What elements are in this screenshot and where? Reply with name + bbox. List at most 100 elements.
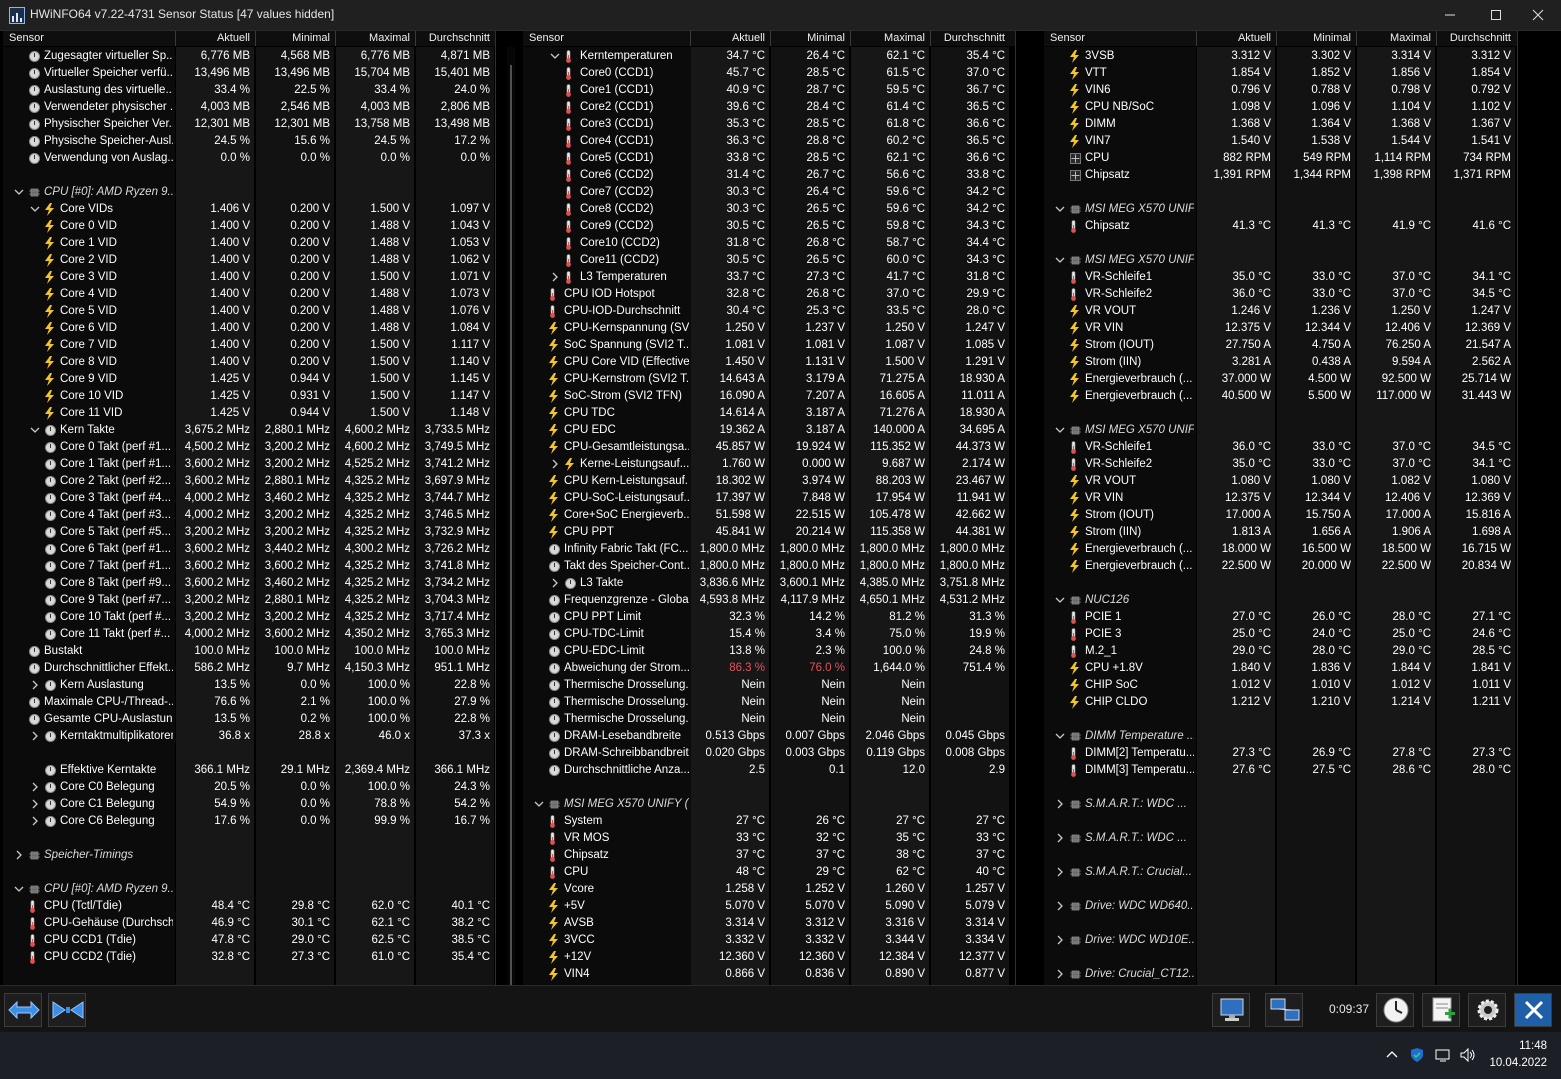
column-header[interactable]: Sensor Aktuell Minimal Maximal Durchschnitt — [3, 31, 495, 46]
sensor-row[interactable]: CPU-Kernstrom (SVI2 T... 14.643 A 3.179 A 7… — [523, 371, 1015, 388]
sensor-row[interactable]: VR VOUT 1.246 V 1.236 V 1.250 V 1.247 V — [1044, 303, 1517, 320]
sensor-row[interactable]: Energieverbrauch (... 37.000 W 4.500 W 92.5… — [1044, 371, 1517, 388]
header-average[interactable]: Durchschnitt — [416, 32, 490, 44]
sensor-row[interactable]: CPU Core VID (Effective) 1.450 V 1.131 V 1.… — [523, 354, 1015, 371]
sensor-row[interactable]: Core11 (CCD2) 30.5 °C 26.5 °C 60.0 °C 34.3 °… — [523, 252, 1015, 269]
sensor-row[interactable]: Core7 (CCD2) 30.3 °C 26.4 °C 59.6 °C 34.2 °C — [523, 184, 1015, 201]
sensor-row[interactable]: Core 1 VID 1.400 V 0.200 V 1.488 V 1.053 V — [3, 235, 495, 252]
sensor-row[interactable]: Core 2 VID 1.400 V 0.200 V 1.488 V 1.062 V — [3, 252, 495, 269]
header-separator[interactable] — [770, 31, 771, 46]
display-icon[interactable] — [1434, 1046, 1452, 1064]
sensor-row[interactable]: Core5 (CCD1) 33.8 °C 28.5 °C 62.1 °C 36.6 °C — [523, 150, 1015, 167]
sensor-row[interactable]: Core6 (CCD2) 31.4 °C 26.7 °C 56.6 °C 33.8 °C — [523, 167, 1015, 184]
sensor-row[interactable]: Core 11 VID 1.425 V 0.944 V 1.500 V 1.148 V — [3, 405, 495, 422]
sensor-row[interactable]: Core VIDs 1.406 V 0.200 V 1.500 V 1.097 V — [3, 201, 495, 218]
header-separator[interactable] — [850, 31, 851, 46]
sensor-row[interactable]: Energieverbrauch (... 22.500 W 20.000 W 22.… — [1044, 558, 1517, 575]
header-max[interactable]: Maximal — [336, 32, 410, 44]
header-min[interactable]: Minimal — [1277, 32, 1351, 44]
sensor-row[interactable]: Chipsatz 41.3 °C 41.3 °C 41.9 °C 41.6 °C — [1044, 218, 1517, 235]
sensor-row[interactable]: CPU NB/SoC 1.098 V 1.096 V 1.104 V 1.102 V — [1044, 99, 1517, 116]
sensor-row[interactable]: Core 9 VID 1.425 V 0.944 V 1.500 V 1.145 V — [3, 371, 495, 388]
sensor-row[interactable]: Strom (IOUT) 27.750 A 4.750 A 76.250 A 21.54… — [1044, 337, 1517, 354]
sensor-row[interactable]: CPU-Gehäuse (Durchsch... 46.9 °C 30.1 °C 62… — [3, 915, 495, 932]
sensor-row[interactable]: Core 7 VID 1.400 V 0.200 V 1.500 V 1.117 V — [3, 337, 495, 354]
sensor-row[interactable]: Core 9 Takt (perf #7... 3,200.2 MHz 2,880.… — [3, 592, 495, 609]
chevron-right-icon[interactable] — [30, 678, 40, 694]
header-separator[interactable] — [1276, 31, 1277, 46]
sensor-row[interactable]: Core2 (CCD1) 39.6 °C 28.4 °C 61.4 °C 36.5 °C — [523, 99, 1015, 116]
sensor-row[interactable]: Vcore 1.258 V 1.252 V 1.260 V 1.257 V — [523, 881, 1015, 898]
column-header[interactable]: Sensor Aktuell Minimal Maximal Durchschnitt — [523, 31, 1015, 46]
sensor-row[interactable]: Core9 (CCD2) 30.5 °C 26.5 °C 59.8 °C 34.3 °C — [523, 218, 1015, 235]
sensor-row[interactable]: CPU 882 RPM 549 RPM 1,114 RPM 734 RPM — [1044, 150, 1517, 167]
sensor-row[interactable]: Core 7 Takt (perf #1... 3,600.2 MHz 3,600.… — [3, 558, 495, 575]
reset-layout-button[interactable] — [48, 993, 86, 1027]
chevron-up-icon[interactable] — [1383, 1046, 1401, 1064]
sensor-group-row[interactable]: CPU [#0]: AMD Ryzen 9... — [3, 184, 495, 201]
sensor-panel-1[interactable]: Sensor Aktuell Minimal Maximal Durchschnitt Z… — [3, 31, 496, 985]
header-average[interactable]: Durchschnitt — [1437, 32, 1511, 44]
chevron-right-icon[interactable] — [14, 848, 24, 864]
sensor-row[interactable]: Core 0 VID 1.400 V 0.200 V 1.488 V 1.043 V — [3, 218, 495, 235]
sensor-row[interactable]: Core C6 Belegung 17.6 % 0.0 % 99.9 % 16.7 % — [3, 813, 495, 830]
sensor-row[interactable]: DIMM[2] Temperatu... 27.3 °C 26.9 °C 27.8 °… — [1044, 745, 1517, 762]
column-header[interactable]: Sensor Aktuell Minimal Maximal Durchschnitt — [1044, 31, 1517, 46]
sensor-row[interactable]: Energieverbrauch (... 18.000 W 16.500 W 18.… — [1044, 541, 1517, 558]
header-current[interactable]: Aktuell — [1197, 32, 1271, 44]
sensor-row[interactable]: VTT 1.854 V 1.852 V 1.856 V 1.854 V — [1044, 65, 1517, 82]
chevron-right-icon[interactable] — [30, 797, 40, 813]
chevron-right-icon[interactable] — [30, 814, 40, 830]
security-shield-icon[interactable] — [1408, 1046, 1426, 1064]
vertical-scrollbar[interactable] — [507, 47, 515, 985]
header-sensor[interactable]: Sensor — [1050, 32, 1085, 44]
sensor-group-row[interactable]: S.M.A.R.T.: WDC ... — [1044, 830, 1517, 847]
sensor-row[interactable]: CPU EDC 19.362 A 3.187 A 140.000 A 34.695 A — [523, 422, 1015, 439]
sensor-row[interactable]: Core8 (CCD2) 30.3 °C 26.5 °C 59.6 °C 34.2 °C — [523, 201, 1015, 218]
sensor-row[interactable]: CPU +1.8V 1.840 V 1.836 V 1.844 V 1.841 V — [1044, 660, 1517, 677]
chevron-down-icon[interactable] — [534, 797, 544, 813]
sensor-row[interactable]: Core0 (CCD1) 45.7 °C 28.5 °C 61.5 °C 37.0 °C — [523, 65, 1015, 82]
sensor-row[interactable]: Thermische Drosselung... Nein Nein Nein — [523, 694, 1015, 711]
header-current[interactable]: Aktuell — [691, 32, 765, 44]
sensor-row[interactable]: Kerne-Leistungsauf... 1.760 W 0.000 W 9.687… — [523, 456, 1015, 473]
sensor-row[interactable]: Chipsatz 1,391 RPM 1,344 RPM 1,398 RPM 1,371… — [1044, 167, 1517, 184]
scrollbar-thumb[interactable] — [510, 65, 512, 985]
sensor-row[interactable]: SoC-Strom (SVI2 TFN) 16.090 A 7.207 A 16.60… — [523, 388, 1015, 405]
sensor-row[interactable]: Maximale CPU-/Thread-... 76.6 % 2.1 % 100.0… — [3, 694, 495, 711]
header-separator[interactable] — [415, 31, 416, 46]
sensor-row[interactable]: VR-Schleife2 36.0 °C 33.0 °C 37.0 °C 34.5 °C — [1044, 286, 1517, 303]
sensor-group-row[interactable]: S.M.A.R.T.: WDC ... — [1044, 796, 1517, 813]
sensor-row[interactable]: System 27 °C 26 °C 27 °C 27 °C — [523, 813, 1015, 830]
maximize-button[interactable] — [1473, 0, 1519, 30]
sensor-row[interactable]: Durchschnittlicher Effekt... 586.2 MHz 9.7… — [3, 660, 495, 677]
chevron-right-icon[interactable] — [1055, 899, 1065, 915]
sensor-row[interactable]: VR-Schleife2 35.0 °C 33.0 °C 37.0 °C 34.1 °C — [1044, 456, 1517, 473]
sensor-row[interactable]: Core 6 VID 1.400 V 0.200 V 1.488 V 1.084 V — [3, 320, 495, 337]
sensor-row[interactable]: CHIP CLDO 1.212 V 1.210 V 1.214 V 1.211 V — [1044, 694, 1517, 711]
sensor-row[interactable]: CPU CCD2 (Tdie) 32.8 °C 27.3 °C 61.0 °C 35.4… — [3, 949, 495, 966]
sensor-row[interactable]: Gesamte CPU-Auslastung 13.5 % 0.2 % 100.0 %… — [3, 711, 495, 728]
sensor-row[interactable]: Durchschnittliche Anza... 2.5 0.1 12.0 2.9 — [523, 762, 1015, 779]
chevron-down-icon[interactable] — [14, 882, 24, 898]
sensor-row[interactable]: CHIP SoC 1.012 V 1.010 V 1.012 V 1.011 V — [1044, 677, 1517, 694]
sensor-row[interactable]: VR-Schleife1 36.0 °C 33.0 °C 37.0 °C 34.5 °C — [1044, 439, 1517, 456]
chevron-down-icon[interactable] — [30, 202, 40, 218]
sensor-row[interactable]: Core 5 VID 1.400 V 0.200 V 1.488 V 1.076 V — [3, 303, 495, 320]
sensor-row[interactable]: CPU-IOD-Durchschnitt 30.4 °C 25.3 °C 33.5 °… — [523, 303, 1015, 320]
sensor-row[interactable]: CPU-TDC-Limit 15.4 % 3.4 % 75.0 % 19.9 % — [523, 626, 1015, 643]
chevron-right-icon[interactable] — [550, 457, 560, 473]
timer-button[interactable] — [1376, 993, 1414, 1027]
sensor-row[interactable]: VR VOUT 1.080 V 1.080 V 1.082 V 1.080 V — [1044, 473, 1517, 490]
sensor-row[interactable]: Bustakt 100.0 MHz 100.0 MHz 100.0 MHz 100.0 … — [3, 643, 495, 660]
sensor-row[interactable]: Kerntemperaturen 34.7 °C 26.4 °C 62.1 °C 35.… — [523, 48, 1015, 65]
chevron-down-icon[interactable] — [1055, 423, 1065, 439]
logging-button[interactable] — [1422, 993, 1460, 1027]
sensor-row[interactable]: M.2_1 29.0 °C 28.0 °C 29.0 °C 28.5 °C — [1044, 643, 1517, 660]
taskbar-date[interactable]: 10.04.2022 — [1489, 1057, 1547, 1069]
sensor-row[interactable]: Chipsatz 37 °C 37 °C 38 °C 37 °C — [523, 847, 1015, 864]
header-separator[interactable] — [255, 31, 256, 46]
sensor-row[interactable]: Strom (IIN) 3.281 A 0.438 A 9.594 A 2.562 A — [1044, 354, 1517, 371]
sensor-row[interactable]: VR MOS 33 °C 32 °C 35 °C 33 °C — [523, 830, 1015, 847]
sensor-group-row[interactable]: Drive: WDC WD10E... — [1044, 932, 1517, 949]
